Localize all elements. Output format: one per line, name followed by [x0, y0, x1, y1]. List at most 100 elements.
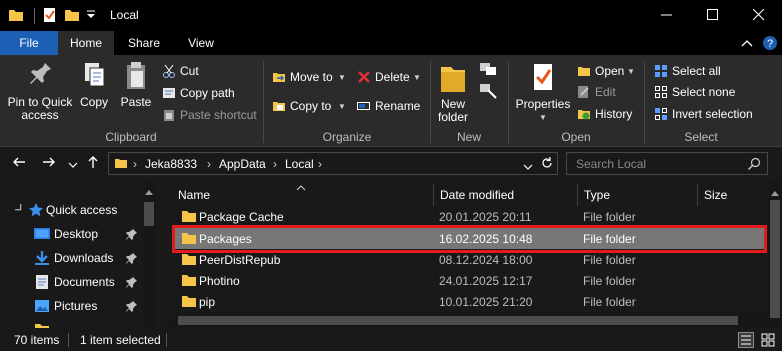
up-button[interactable] — [86, 155, 100, 172]
close-button[interactable] — [736, 0, 782, 31]
history-icon — [577, 107, 591, 125]
horizontal-scrollbar[interactable] — [170, 313, 768, 328]
column-header-type[interactable]: Type — [578, 184, 696, 206]
move-to-label: Move to — [290, 70, 333, 84]
new-item-button[interactable] — [478, 61, 506, 111]
breadcrumb-item[interactable]: Jeka8833 — [145, 157, 197, 171]
tab-view[interactable]: View — [174, 31, 228, 55]
pin-icon[interactable] — [126, 252, 138, 267]
folder-icon — [182, 274, 196, 289]
easy-access-icon — [480, 84, 497, 99]
new-folder-quick-icon[interactable] — [64, 7, 80, 26]
pin-icon[interactable] — [126, 228, 138, 243]
history-button[interactable]: History — [577, 106, 643, 122]
scrollbar-thumb[interactable] — [178, 316, 738, 325]
maximize-button[interactable] — [690, 0, 736, 31]
chevron-down-icon — [523, 164, 533, 170]
file-date: 24.01.2025 12:17 — [439, 274, 533, 288]
refresh-button[interactable] — [540, 156, 554, 173]
breadcrumb-separator[interactable]: › — [207, 157, 211, 171]
copy-button[interactable]: Copy — [76, 59, 112, 109]
pin-icon[interactable] — [126, 300, 138, 315]
scroll-up-icon[interactable] — [145, 184, 153, 198]
status-bar: 70 items 1 item selected — [0, 328, 782, 351]
paste-shortcut-button[interactable]: Paste shortcut — [162, 107, 262, 123]
back-button[interactable] — [12, 155, 26, 172]
select-none-button[interactable]: Select none — [654, 84, 764, 100]
delete-button[interactable]: Delete ▼ — [357, 69, 423, 85]
rename-button[interactable]: Rename — [357, 98, 423, 114]
new-folder-label-line2: folder — [437, 110, 469, 124]
table-row[interactable]: Photino 24.01.2025 12:17 File folder — [174, 270, 766, 291]
column-header-size[interactable]: Size — [698, 184, 766, 206]
column-header-label: Size — [704, 188, 728, 202]
table-row[interactable]: Package Cache 20.01.2025 20:11 File fold… — [174, 206, 766, 227]
breadcrumb-separator[interactable]: › — [318, 157, 322, 171]
nav-item-pictures[interactable]: Pictures — [0, 295, 142, 317]
column-header-date-modified[interactable]: Date modified — [434, 184, 576, 206]
forward-button[interactable] — [42, 155, 56, 172]
nav-item-downloads[interactable]: Downloads — [0, 247, 142, 269]
pin-to-quick-access-button[interactable]: Pin to Quick access — [4, 59, 76, 122]
customize-quick-access-icon[interactable] — [86, 9, 96, 24]
chevron-down-icon: ▼ — [539, 113, 547, 122]
details-view-button[interactable] — [738, 332, 756, 348]
collapse-ribbon-icon[interactable] — [741, 37, 753, 51]
breadcrumb-separator[interactable]: › — [273, 157, 277, 171]
breadcrumb-item[interactable]: AppData — [219, 157, 266, 171]
nav-item-label: Quick access — [46, 203, 118, 217]
tab-home[interactable]: Home — [58, 31, 114, 55]
table-row[interactable]: pip 10.01.2025 21:20 File folder — [174, 291, 766, 312]
open-button[interactable]: Open ▼ — [577, 63, 643, 79]
select-group-label: Select — [684, 130, 718, 144]
file-list-scrollbar[interactable] — [768, 180, 782, 328]
new-folder-button[interactable]: New folder — [434, 61, 472, 124]
minimize-button[interactable] — [644, 0, 690, 31]
properties-button[interactable]: Properties ▼ — [512, 61, 574, 124]
recent-locations-button[interactable] — [68, 158, 78, 172]
divider — [34, 8, 35, 24]
divider — [68, 333, 69, 347]
nav-item-quick-access[interactable]: Quick access — [0, 199, 142, 221]
search-input[interactable]: Search Local — [576, 157, 646, 171]
address-history-dropdown[interactable] — [523, 160, 533, 174]
details-view-icon — [738, 332, 754, 348]
tab-share[interactable]: Share — [114, 31, 174, 55]
navigation-pane-scrollbar[interactable] — [142, 180, 156, 328]
breadcrumb-separator[interactable]: › — [133, 157, 137, 171]
scrollbar-thumb[interactable] — [144, 202, 154, 226]
maximize-icon — [707, 9, 718, 20]
nav-item-desktop[interactable]: Desktop — [0, 223, 142, 245]
edit-button[interactable]: Edit — [577, 84, 643, 100]
address-bar[interactable]: › Jeka8833 › AppData › Local › — [108, 152, 558, 175]
copy-to-button[interactable]: Copy to ▼ — [272, 98, 348, 114]
selection-highlight-box — [172, 225, 767, 253]
arrow-up-icon — [88, 156, 98, 168]
nav-item-documents[interactable]: Documents — [0, 271, 142, 293]
cut-button[interactable]: Cut — [162, 63, 262, 79]
copy-path-button[interactable]: Copy path — [162, 85, 262, 101]
tab-file[interactable]: File — [0, 31, 58, 55]
chevron-down-icon — [68, 162, 78, 168]
invert-selection-button[interactable]: Invert selection — [654, 106, 764, 122]
move-to-button[interactable]: Move to ▼ — [272, 69, 348, 85]
paste-label: Paste — [120, 95, 152, 109]
folder-icon — [182, 295, 196, 310]
breadcrumb-item[interactable]: Local — [285, 157, 314, 171]
pin-icon[interactable] — [126, 276, 138, 291]
help-icon[interactable]: ? — [762, 35, 778, 54]
cut-label: Cut — [180, 64, 199, 78]
column-header-name[interactable]: Name — [172, 184, 432, 206]
copy-to-label: Copy to — [290, 99, 332, 113]
search-box[interactable]: Search Local — [566, 152, 768, 175]
properties-quick-icon[interactable] — [42, 7, 58, 26]
pin-label-line2: access — [21, 108, 59, 122]
paste-button[interactable]: Paste — [116, 59, 156, 109]
scroll-up-icon[interactable] — [771, 185, 779, 199]
select-all-button[interactable]: Select all — [654, 63, 764, 79]
scrollbar-thumb[interactable] — [770, 200, 780, 318]
nav-item-partial[interactable] — [0, 319, 142, 328]
new-item-icon — [480, 63, 496, 75]
large-icons-view-button[interactable] — [760, 332, 778, 348]
close-icon — [753, 9, 765, 21]
